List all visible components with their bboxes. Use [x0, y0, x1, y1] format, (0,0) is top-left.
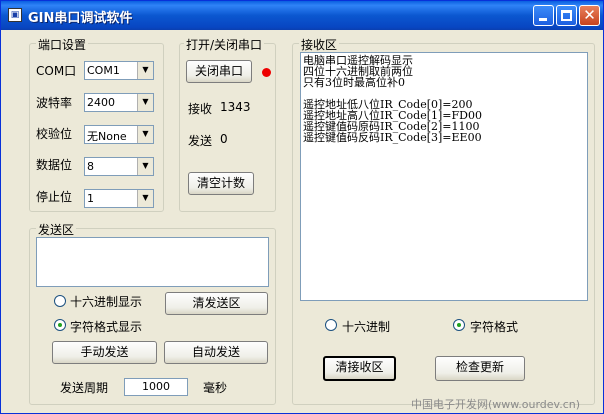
check-update-button[interactable]: 检查更新: [435, 356, 525, 381]
parity-select[interactable]: 无None ▼: [84, 125, 154, 144]
app-icon[interactable]: ▣: [8, 8, 22, 22]
clear-count-button[interactable]: 清空计数: [188, 172, 254, 195]
stop-bits-value: 1: [87, 192, 94, 205]
send-hex-radio[interactable]: [54, 295, 66, 307]
maximize-icon: [561, 10, 572, 21]
baud-rate-select[interactable]: 2400 ▼: [84, 93, 154, 112]
stop-bits-label: 停止位: [36, 190, 73, 204]
send-period-unit: 毫秒: [203, 381, 228, 395]
com-port-label: COM口: [36, 64, 77, 78]
data-bits-label: 数据位: [36, 158, 73, 172]
receive-line: 只有3位时最高位补0: [303, 76, 405, 89]
clear-send-button[interactable]: 清发送区: [165, 292, 268, 315]
port-settings-title: 端口设置: [36, 36, 89, 53]
receive-label: 接收: [188, 102, 213, 116]
baud-rate-label: 波特率: [36, 96, 73, 110]
receive-line: 遥控键值码反码IR_Code[3]=EE00: [303, 131, 482, 144]
main-window: ▣ GIN串口调试软件 ✕ 端口设置 COM口 COM1 ▼ 波特率 2400 …: [0, 0, 604, 414]
minimize-button[interactable]: [533, 5, 554, 26]
manual-send-button[interactable]: 手动发送: [52, 341, 157, 364]
send-char-label: 字符格式显示: [70, 320, 143, 334]
parity-label: 校验位: [36, 127, 73, 141]
close-button[interactable]: ✕: [579, 5, 600, 26]
close-icon: ✕: [583, 6, 596, 24]
chevron-down-icon[interactable]: ▼: [137, 158, 153, 175]
send-char-radio[interactable]: [54, 319, 66, 331]
clear-receive-button[interactable]: 清接收区: [323, 356, 396, 381]
parity-value: 无None: [87, 130, 127, 143]
send-area-title: 发送区: [36, 221, 77, 238]
window-title: GIN串口调试软件: [28, 11, 133, 26]
send-period-input[interactable]: 1000: [124, 378, 188, 396]
send-label: 发送: [188, 134, 213, 148]
status-led: [262, 68, 271, 77]
receive-text: 电脑串口遥控解码显示 四位十六进制取前两位 只有3位时最高位补0 遥控地址低八位IR…: [303, 55, 482, 143]
chevron-down-icon[interactable]: ▼: [137, 94, 153, 111]
receive-char-label: 字符格式: [470, 320, 519, 334]
com-port-value: COM1: [87, 64, 120, 77]
send-hex-label: 十六进制显示: [70, 295, 143, 309]
receive-count: 1343: [220, 100, 251, 114]
receive-hex-radio[interactable]: [325, 319, 337, 331]
send-period-label: 发送周期: [60, 381, 109, 395]
auto-send-button[interactable]: 自动发送: [164, 341, 268, 364]
title-bar[interactable]: ▣ GIN串口调试软件 ✕: [1, 1, 603, 30]
receive-char-radio[interactable]: [453, 319, 465, 331]
data-bits-value: 8: [87, 160, 94, 173]
send-count: 0: [220, 132, 228, 146]
chevron-down-icon[interactable]: ▼: [137, 190, 153, 207]
receive-area-title: 接收区: [299, 36, 340, 53]
receive-hex-label: 十六进制: [342, 320, 391, 334]
receive-textarea[interactable]: 电脑串口遥控解码显示 四位十六进制取前两位 只有3位时最高位补0 遥控地址低八位IR…: [300, 52, 588, 301]
maximize-button[interactable]: [556, 5, 577, 26]
minimize-icon: [539, 18, 547, 21]
data-bits-select[interactable]: 8 ▼: [84, 157, 154, 176]
send-textarea[interactable]: [36, 237, 269, 287]
toggle-port-button[interactable]: 关闭串口: [186, 60, 252, 83]
baud-rate-value: 2400: [87, 96, 115, 109]
chevron-down-icon[interactable]: ▼: [137, 126, 153, 143]
chevron-down-icon[interactable]: ▼: [137, 62, 153, 79]
com-port-select[interactable]: COM1 ▼: [84, 61, 154, 80]
open-close-title: 打开/关闭串口: [184, 36, 265, 53]
watermark-text: 中国电子开发网(www.ourdev.cn): [411, 398, 581, 411]
stop-bits-select[interactable]: 1 ▼: [84, 189, 154, 208]
